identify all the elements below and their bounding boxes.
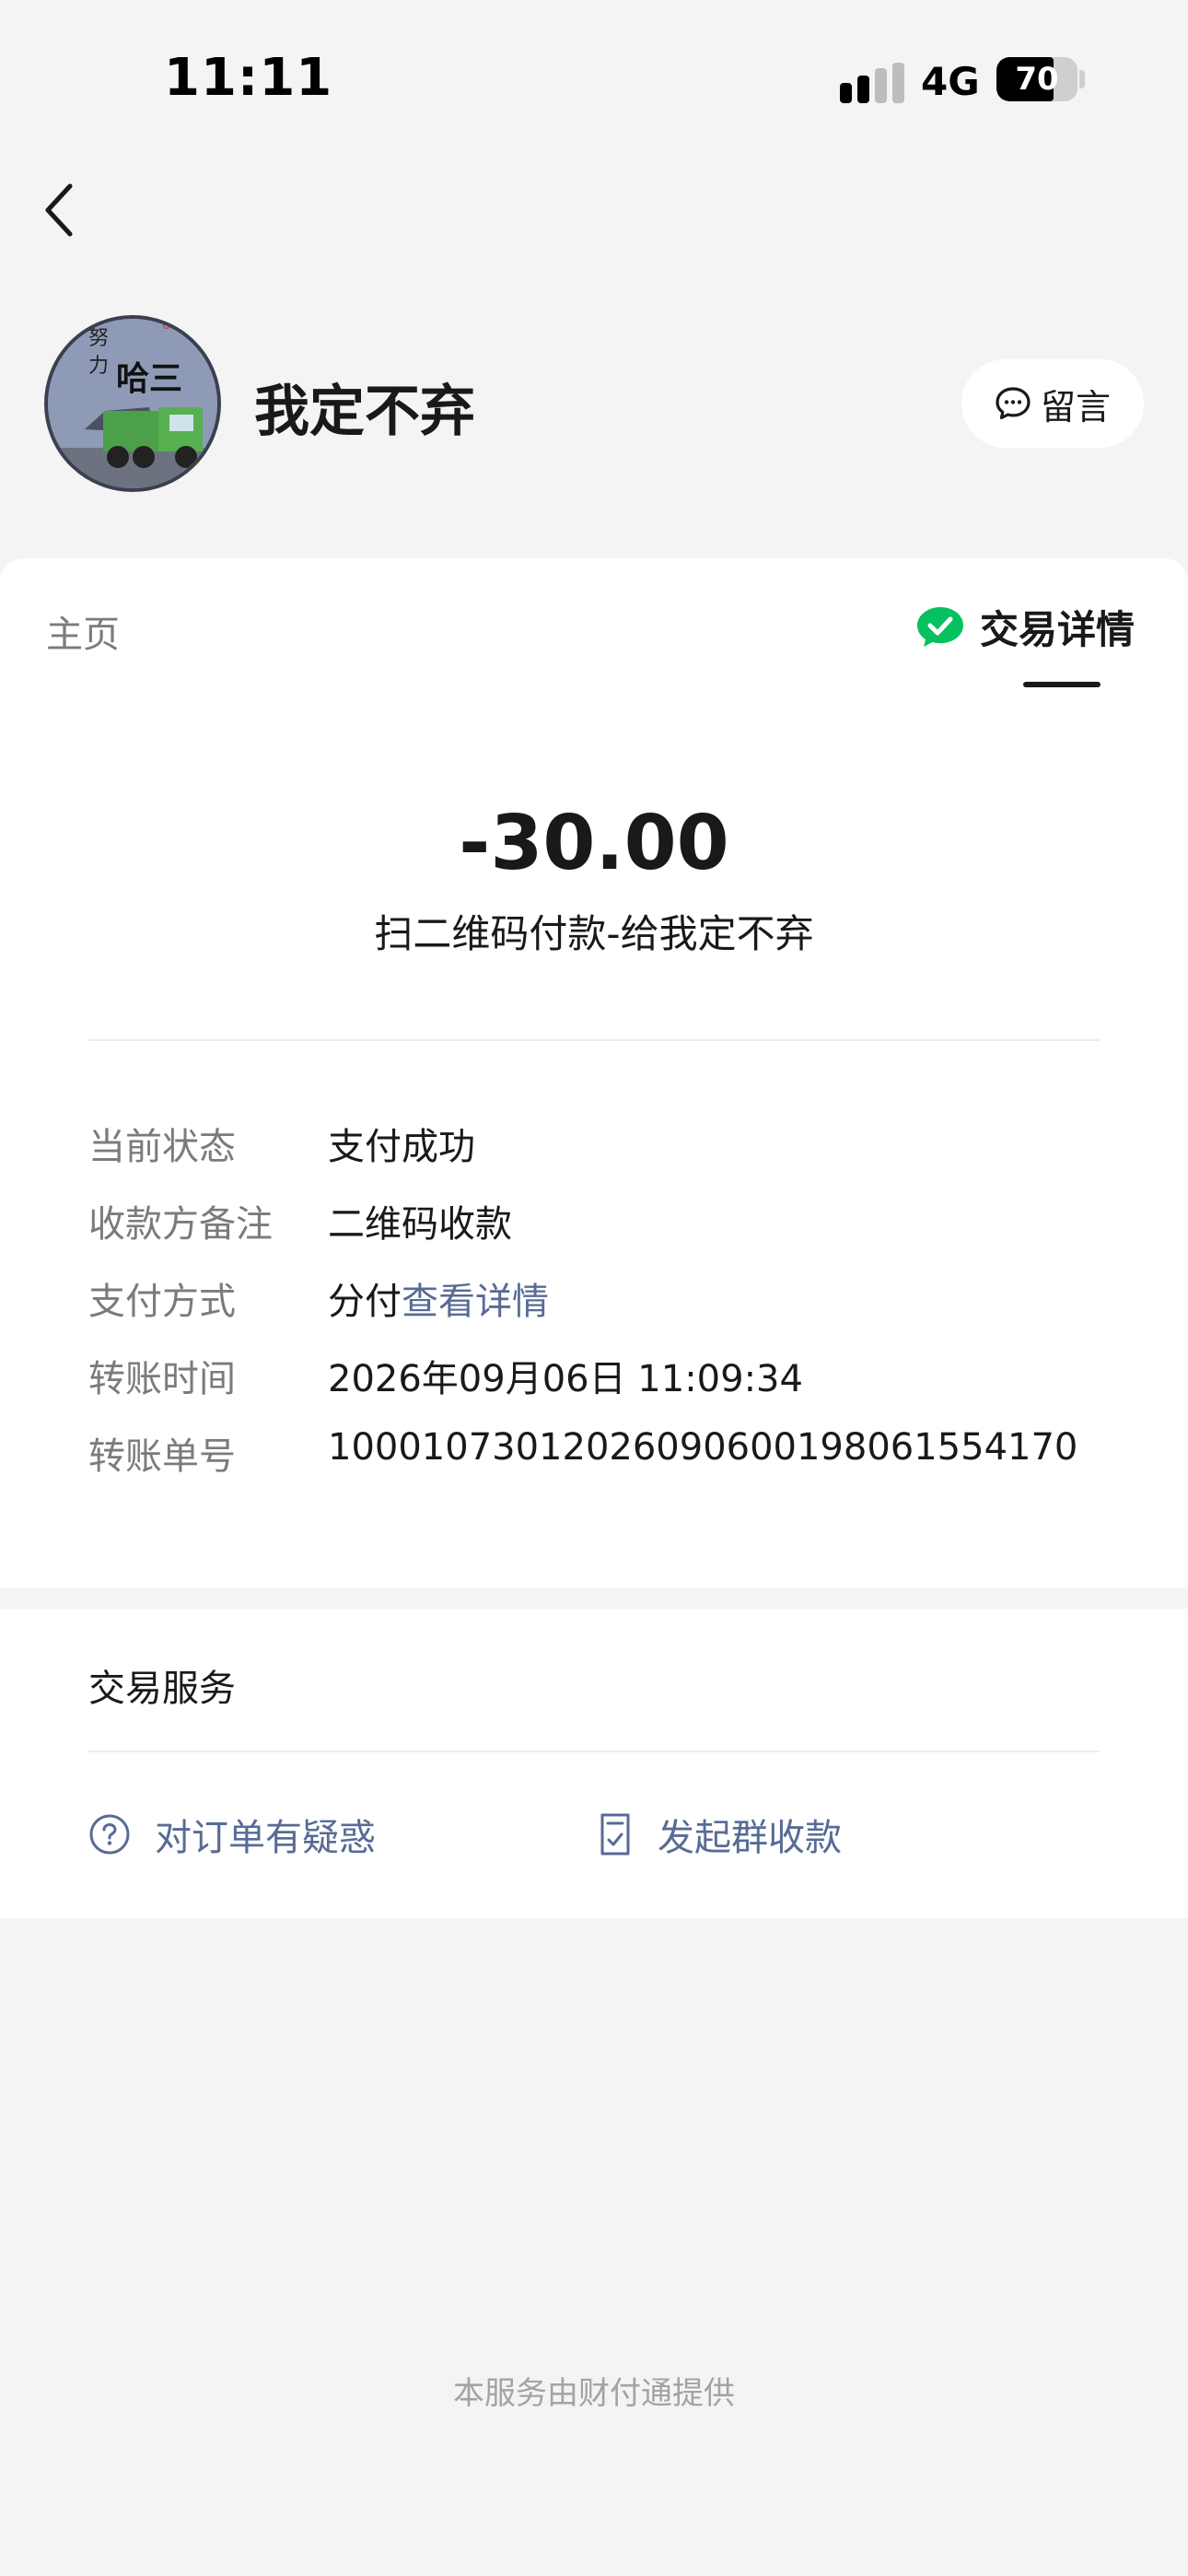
- transaction-services-card: [0, 1609, 1188, 1918]
- detail-value-order-number: 10001073012026090600198061554170: [328, 1426, 1078, 1469]
- active-tab-indicator: [1023, 682, 1101, 687]
- detail-label-time: 转账时间: [88, 1358, 236, 1400]
- battery-tip: [1079, 70, 1085, 88]
- back-button[interactable]: [42, 181, 79, 240]
- signal-icon: [840, 63, 906, 103]
- divider: [88, 1039, 1100, 1041]
- transaction-description: 扫二维码付款-给我定不弃: [374, 911, 814, 956]
- detail-value-remark: 二维码收款: [328, 1203, 512, 1246]
- network-label: 4G: [921, 59, 980, 104]
- detail-value-payment-method: 分付查看详情: [328, 1271, 549, 1325]
- detail-value-time: 2026年09月06日 11:09:34: [328, 1358, 803, 1400]
- chevron-left-icon: [45, 183, 73, 237]
- tab-detail-label: 交易详情: [980, 607, 1136, 652]
- detail-label-status: 当前状态: [88, 1126, 236, 1168]
- payment-method-text: 分付: [328, 1281, 402, 1323]
- group-collection-label: 发起群收款: [658, 1817, 842, 1859]
- truck-image: 努 力 6: [48, 319, 217, 488]
- footer-provider-text: 本服务由财付通提供: [453, 2375, 735, 2412]
- svg-text:6: 6: [162, 319, 170, 333]
- question-circle-icon: [89, 1814, 130, 1855]
- battery-icon: 70: [996, 57, 1077, 101]
- svg-text:努: 努: [88, 327, 109, 350]
- chat-bubble-icon: [996, 387, 1031, 420]
- divider: [88, 1751, 1100, 1752]
- avatar[interactable]: 努 力 6 哈三: [44, 315, 221, 492]
- document-check-icon: [600, 1813, 630, 1856]
- order-question-label: 对订单有疑惑: [155, 1817, 376, 1859]
- amount: -30.00: [459, 800, 729, 887]
- status-time: 11:11: [164, 48, 333, 108]
- avatar-text: 哈三: [116, 360, 183, 398]
- tab-home[interactable]: 主页: [46, 604, 120, 658]
- payee-name: 我定不弃: [254, 380, 475, 444]
- detail-label-payment-method: 支付方式: [88, 1281, 236, 1323]
- view-details-link[interactable]: 查看详情: [402, 1281, 549, 1323]
- tab-transaction-detail[interactable]: 交易详情: [915, 599, 1135, 655]
- svg-text:力: 力: [88, 355, 109, 378]
- detail-label-remark: 收款方备注: [88, 1203, 273, 1246]
- message-button-label: 留言: [1040, 386, 1111, 427]
- group-collection-button[interactable]: 发起群收款: [597, 1808, 842, 1861]
- wechat-pay-icon: [917, 606, 963, 647]
- order-question-button[interactable]: 对订单有疑惑: [88, 1808, 376, 1861]
- detail-value-status: 支付成功: [328, 1126, 475, 1168]
- services-title: 交易服务: [88, 1668, 236, 1710]
- battery-level: 70: [1015, 61, 1059, 98]
- message-button[interactable]: 留言: [961, 359, 1144, 448]
- detail-label-order-number: 转账单号: [88, 1435, 236, 1478]
